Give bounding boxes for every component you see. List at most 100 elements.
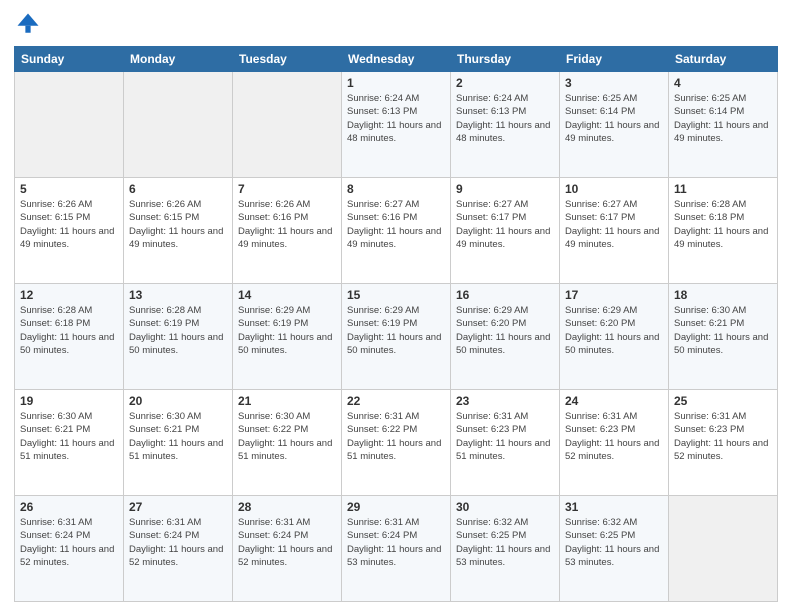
day-number: 18 xyxy=(674,288,772,302)
weekday-header: Saturday xyxy=(669,47,778,72)
calendar-cell: 4 Sunrise: 6:25 AM Sunset: 6:14 PM Daylig… xyxy=(669,72,778,178)
day-info: Sunrise: 6:26 AM Sunset: 6:15 PM Dayligh… xyxy=(129,198,227,251)
day-number: 12 xyxy=(20,288,118,302)
day-info: Sunrise: 6:27 AM Sunset: 6:17 PM Dayligh… xyxy=(456,198,554,251)
day-number: 29 xyxy=(347,500,445,514)
day-info: Sunrise: 6:27 AM Sunset: 6:17 PM Dayligh… xyxy=(565,198,663,251)
day-number: 3 xyxy=(565,76,663,90)
day-number: 25 xyxy=(674,394,772,408)
day-info: Sunrise: 6:31 AM Sunset: 6:24 PM Dayligh… xyxy=(238,516,336,569)
calendar-cell: 20Sunrise: 6:30 AM Sunset: 6:21 PM Dayli… xyxy=(124,390,233,496)
day-number: 16 xyxy=(456,288,554,302)
page: SundayMondayTuesdayWednesdayThursdayFrid… xyxy=(0,0,792,612)
logo-icon xyxy=(14,10,42,38)
calendar-cell: 15 Sunrise: 6:29 AM Sunset: 6:19 PM Dayli… xyxy=(342,284,451,390)
calendar-cell: 16 Sunrise: 6:29 AM Sunset: 6:20 PM Dayli… xyxy=(451,284,560,390)
day-info: Sunrise: 6:24 AM Sunset: 6:13 PM Dayligh… xyxy=(456,92,554,145)
calendar-week-row: 1 Sunrise: 6:24 AM Sunset: 6:13 PM Daylig… xyxy=(15,72,778,178)
day-number: 4 xyxy=(674,76,772,90)
calendar-cell: 5Sunrise: 6:26 AM Sunset: 6:15 PM Daylig… xyxy=(15,178,124,284)
day-info: Sunrise: 6:29 AM Sunset: 6:19 PM Dayligh… xyxy=(347,304,445,357)
day-info: Sunrise: 6:31 AM Sunset: 6:22 PM Dayligh… xyxy=(347,410,445,463)
day-number: 26 xyxy=(20,500,118,514)
day-info: Sunrise: 6:31 AM Sunset: 6:23 PM Dayligh… xyxy=(456,410,554,463)
calendar-header: SundayMondayTuesdayWednesdayThursdayFrid… xyxy=(15,47,778,72)
calendar-cell: 22 Sunrise: 6:31 AM Sunset: 6:22 PM Dayli… xyxy=(342,390,451,496)
day-number: 31 xyxy=(565,500,663,514)
day-info: Sunrise: 6:28 AM Sunset: 6:18 PM Dayligh… xyxy=(674,198,772,251)
day-number: 13 xyxy=(129,288,227,302)
day-info: Sunrise: 6:30 AM Sunset: 6:22 PM Dayligh… xyxy=(238,410,336,463)
calendar-cell: 21Sunrise: 6:30 AM Sunset: 6:22 PM Dayli… xyxy=(233,390,342,496)
day-info: Sunrise: 6:29 AM Sunset: 6:20 PM Dayligh… xyxy=(565,304,663,357)
day-number: 22 xyxy=(347,394,445,408)
calendar-cell: 27 Sunrise: 6:31 AM Sunset: 6:24 PM Dayli… xyxy=(124,496,233,602)
day-info: Sunrise: 6:31 AM Sunset: 6:24 PM Dayligh… xyxy=(347,516,445,569)
day-number: 15 xyxy=(347,288,445,302)
day-number: 23 xyxy=(456,394,554,408)
day-number: 8 xyxy=(347,182,445,196)
calendar-body: 1 Sunrise: 6:24 AM Sunset: 6:13 PM Daylig… xyxy=(15,72,778,602)
weekday-header: Thursday xyxy=(451,47,560,72)
calendar-week-row: 12 Sunrise: 6:28 AM Sunset: 6:18 PM Dayli… xyxy=(15,284,778,390)
day-info: Sunrise: 6:29 AM Sunset: 6:19 PM Dayligh… xyxy=(238,304,336,357)
day-number: 6 xyxy=(129,182,227,196)
weekday-header: Friday xyxy=(560,47,669,72)
weekday-row: SundayMondayTuesdayWednesdayThursdayFrid… xyxy=(15,47,778,72)
day-info: Sunrise: 6:28 AM Sunset: 6:18 PM Dayligh… xyxy=(20,304,118,357)
day-number: 10 xyxy=(565,182,663,196)
day-number: 14 xyxy=(238,288,336,302)
header xyxy=(14,10,778,38)
calendar-week-row: 26 Sunrise: 6:31 AM Sunset: 6:24 PM Dayli… xyxy=(15,496,778,602)
calendar-week-row: 19Sunrise: 6:30 AM Sunset: 6:21 PM Dayli… xyxy=(15,390,778,496)
day-info: Sunrise: 6:29 AM Sunset: 6:20 PM Dayligh… xyxy=(456,304,554,357)
calendar-cell: 3 Sunrise: 6:25 AM Sunset: 6:14 PM Daylig… xyxy=(560,72,669,178)
day-number: 19 xyxy=(20,394,118,408)
calendar: SundayMondayTuesdayWednesdayThursdayFrid… xyxy=(14,46,778,602)
day-info: Sunrise: 6:31 AM Sunset: 6:24 PM Dayligh… xyxy=(129,516,227,569)
day-number: 7 xyxy=(238,182,336,196)
day-number: 30 xyxy=(456,500,554,514)
calendar-cell: 1 Sunrise: 6:24 AM Sunset: 6:13 PM Daylig… xyxy=(342,72,451,178)
day-info: Sunrise: 6:25 AM Sunset: 6:14 PM Dayligh… xyxy=(674,92,772,145)
calendar-cell: 9Sunrise: 6:27 AM Sunset: 6:17 PM Daylig… xyxy=(451,178,560,284)
day-number: 5 xyxy=(20,182,118,196)
calendar-cell: 8Sunrise: 6:27 AM Sunset: 6:16 PM Daylig… xyxy=(342,178,451,284)
calendar-cell: 30 Sunrise: 6:32 AM Sunset: 6:25 PM Dayli… xyxy=(451,496,560,602)
day-number: 27 xyxy=(129,500,227,514)
calendar-cell: 2Sunrise: 6:24 AM Sunset: 6:13 PM Daylig… xyxy=(451,72,560,178)
logo xyxy=(14,10,46,38)
day-info: Sunrise: 6:32 AM Sunset: 6:25 PM Dayligh… xyxy=(565,516,663,569)
weekday-header: Monday xyxy=(124,47,233,72)
weekday-header: Wednesday xyxy=(342,47,451,72)
day-info: Sunrise: 6:30 AM Sunset: 6:21 PM Dayligh… xyxy=(674,304,772,357)
day-number: 17 xyxy=(565,288,663,302)
weekday-header: Sunday xyxy=(15,47,124,72)
day-info: Sunrise: 6:31 AM Sunset: 6:24 PM Dayligh… xyxy=(20,516,118,569)
calendar-cell: 18 Sunrise: 6:30 AM Sunset: 6:21 PM Dayli… xyxy=(669,284,778,390)
day-info: Sunrise: 6:31 AM Sunset: 6:23 PM Dayligh… xyxy=(565,410,663,463)
calendar-cell: 24 Sunrise: 6:31 AM Sunset: 6:23 PM Dayli… xyxy=(560,390,669,496)
day-number: 1 xyxy=(347,76,445,90)
calendar-cell: 25Sunrise: 6:31 AM Sunset: 6:23 PM Dayli… xyxy=(669,390,778,496)
calendar-cell xyxy=(233,72,342,178)
day-number: 24 xyxy=(565,394,663,408)
calendar-cell: 19Sunrise: 6:30 AM Sunset: 6:21 PM Dayli… xyxy=(15,390,124,496)
day-info: Sunrise: 6:25 AM Sunset: 6:14 PM Dayligh… xyxy=(565,92,663,145)
day-number: 20 xyxy=(129,394,227,408)
calendar-cell: 11 Sunrise: 6:28 AM Sunset: 6:18 PM Dayli… xyxy=(669,178,778,284)
calendar-week-row: 5 Sunrise: 6:26 AM Sunset: 6:15 PM Daylig… xyxy=(15,178,778,284)
weekday-header: Tuesday xyxy=(233,47,342,72)
day-info: Sunrise: 6:26 AM Sunset: 6:16 PM Dayligh… xyxy=(238,198,336,251)
calendar-cell: 14 Sunrise: 6:29 AM Sunset: 6:19 PM Dayli… xyxy=(233,284,342,390)
day-info: Sunrise: 6:24 AM Sunset: 6:13 PM Dayligh… xyxy=(347,92,445,145)
calendar-cell: 17 Sunrise: 6:29 AM Sunset: 6:20 PM Dayli… xyxy=(560,284,669,390)
day-number: 11 xyxy=(674,182,772,196)
calendar-cell xyxy=(124,72,233,178)
day-info: Sunrise: 6:32 AM Sunset: 6:25 PM Dayligh… xyxy=(456,516,554,569)
calendar-cell xyxy=(15,72,124,178)
calendar-cell: 13 Sunrise: 6:28 AM Sunset: 6:19 PM Dayli… xyxy=(124,284,233,390)
calendar-cell: 31 Sunrise: 6:32 AM Sunset: 6:25 PM Dayli… xyxy=(560,496,669,602)
day-info: Sunrise: 6:28 AM Sunset: 6:19 PM Dayligh… xyxy=(129,304,227,357)
calendar-cell: 26 Sunrise: 6:31 AM Sunset: 6:24 PM Dayli… xyxy=(15,496,124,602)
